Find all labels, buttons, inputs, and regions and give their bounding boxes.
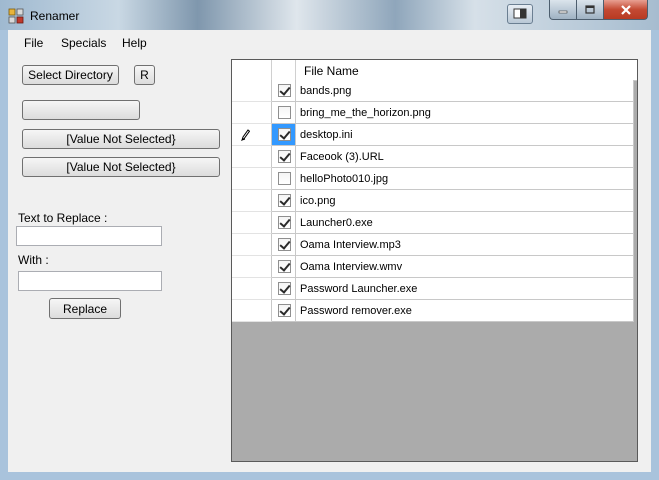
row-checkbox[interactable]	[278, 304, 291, 317]
file-name-cell[interactable]: Password remover.exe	[296, 300, 634, 322]
row-checkbox[interactable]	[278, 216, 291, 229]
file-name-cell[interactable]: Oama Interview.mp3	[296, 234, 634, 256]
value-selector-1[interactable]: [Value Not Selected}	[22, 129, 220, 149]
row-header[interactable]	[232, 102, 272, 124]
file-name-cell[interactable]: Launcher0.exe	[296, 212, 634, 234]
row-header[interactable]	[232, 234, 272, 256]
checkbox-cell	[272, 102, 296, 124]
checkbox-cell	[272, 278, 296, 300]
checkbox-cell	[272, 212, 296, 234]
menu-file[interactable]: File	[24, 36, 43, 50]
table-row[interactable]: bring_me_the_horizon.png	[232, 102, 634, 124]
checkbox-cell	[272, 256, 296, 278]
row-checkbox[interactable]	[278, 282, 291, 295]
row-checkbox[interactable]	[278, 172, 291, 185]
table-row[interactable]: Password remover.exe	[232, 300, 634, 322]
table-row[interactable]: Launcher0.exe	[232, 212, 634, 234]
minimize-button[interactable]	[549, 0, 577, 20]
file-name-cell[interactable]: Password Launcher.exe	[296, 278, 634, 300]
window-switch-icon	[513, 8, 527, 19]
row-checkbox[interactable]	[278, 150, 291, 163]
row-header[interactable]	[232, 190, 272, 212]
menu-specials[interactable]: Specials	[61, 36, 106, 50]
checkbox-cell	[272, 234, 296, 256]
table-row[interactable]: Oama Interview.mp3	[232, 234, 634, 256]
menu-bar: File Specials Help	[8, 30, 651, 54]
row-header[interactable]	[232, 256, 272, 278]
window-title: Renamer	[30, 9, 80, 23]
file-name-cell[interactable]: Faceook (3).URL	[296, 146, 634, 168]
checkbox-cell	[272, 300, 296, 322]
row-header[interactable]	[232, 168, 272, 190]
file-name-column-header[interactable]: File Name	[304, 64, 359, 78]
window-extra-button[interactable]	[507, 4, 533, 24]
title-bar[interactable]: Renamer	[0, 0, 659, 30]
app-icon	[8, 8, 24, 24]
file-name-cell[interactable]: ico.png	[296, 190, 634, 212]
checkbox-cell	[272, 124, 296, 146]
app-window: Renamer File Specials Help Select Direct…	[0, 0, 659, 480]
checkbox-column-header[interactable]	[272, 60, 296, 80]
close-icon	[620, 4, 631, 15]
maximize-button[interactable]	[577, 0, 604, 20]
with-label: With :	[18, 253, 49, 267]
row-header[interactable]	[232, 124, 272, 146]
window-controls	[549, 0, 648, 20]
file-name-cell[interactable]: helloPhoto010.jpg	[296, 168, 634, 190]
grid-header: File Name	[232, 60, 637, 81]
text-to-replace-input[interactable]	[16, 226, 162, 246]
menu-help[interactable]: Help	[122, 36, 147, 50]
table-row[interactable]: Faceook (3).URL	[232, 146, 634, 168]
client-area: File Specials Help Select Directory R [V…	[8, 30, 651, 472]
close-button[interactable]	[604, 0, 648, 20]
file-grid: File Name bands.png bring_me_the_horizon.…	[231, 59, 638, 462]
row-header[interactable]	[232, 212, 272, 234]
table-row[interactable]: desktop.ini	[232, 124, 634, 146]
select-directory-button[interactable]: Select Directory	[22, 65, 119, 85]
table-row[interactable]: helloPhoto010.jpg	[232, 168, 634, 190]
row-checkbox[interactable]	[278, 84, 291, 97]
row-checkbox[interactable]	[278, 194, 291, 207]
table-row[interactable]: bands.png	[232, 80, 634, 102]
file-name-cell[interactable]: Oama Interview.wmv	[296, 256, 634, 278]
row-header-corner[interactable]	[232, 60, 272, 80]
file-name-cell[interactable]: bands.png	[296, 80, 634, 102]
checkbox-cell	[272, 146, 296, 168]
with-input[interactable]	[18, 271, 162, 291]
maximize-icon	[585, 4, 595, 14]
checkbox-cell	[272, 168, 296, 190]
file-name-cell[interactable]: bring_me_the_horizon.png	[296, 102, 634, 124]
row-checkbox[interactable]	[278, 238, 291, 251]
minimize-icon	[558, 10, 568, 13]
table-row[interactable]: Password Launcher.exe	[232, 278, 634, 300]
file-name-cell[interactable]: desktop.ini	[296, 124, 634, 146]
replace-button[interactable]: Replace	[49, 298, 121, 319]
row-checkbox[interactable]	[278, 128, 291, 141]
row-header[interactable]	[232, 80, 272, 102]
row-checkbox[interactable]	[278, 260, 291, 273]
pencil-icon	[241, 129, 250, 141]
checkbox-cell	[272, 190, 296, 212]
r-button[interactable]: R	[134, 65, 155, 85]
blank-button[interactable]	[22, 100, 140, 120]
table-row[interactable]: Oama Interview.wmv	[232, 256, 634, 278]
row-header[interactable]	[232, 300, 272, 322]
table-row[interactable]: ico.png	[232, 190, 634, 212]
value-selector-2[interactable]: [Value Not Selected}	[22, 157, 220, 177]
row-checkbox[interactable]	[278, 106, 291, 119]
row-header[interactable]	[232, 146, 272, 168]
text-to-replace-label: Text to Replace :	[18, 211, 108, 225]
row-header[interactable]	[232, 278, 272, 300]
checkbox-cell	[272, 80, 296, 102]
